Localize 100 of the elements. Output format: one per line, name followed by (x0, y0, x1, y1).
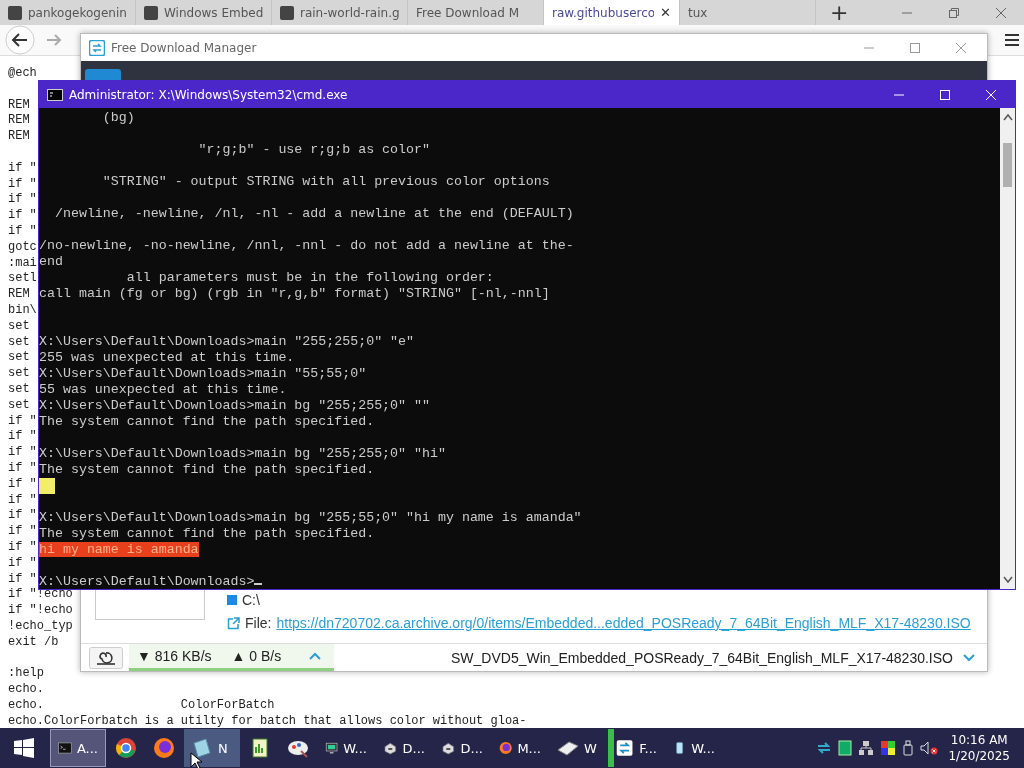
console-line: end (39, 254, 63, 269)
code-line: REM (8, 113, 30, 128)
upload-speed: ▲ 0 B/s (231, 648, 282, 664)
code-line: :mai (8, 255, 37, 270)
terminal-icon (47, 88, 63, 101)
palette-icon[interactable] (880, 740, 897, 756)
code-line: !echo_typ (8, 618, 73, 633)
window-title: Administrator: X:\Windows\System32\cmd.exe (69, 87, 348, 102)
console-line: (bg) (101, 110, 135, 125)
console-line: "STRING" - output STRING with all previous color options (101, 174, 550, 189)
code-line: if " (8, 492, 37, 507)
taskbar-button[interactable]: F... (608, 729, 664, 767)
console-line: X:\Users\Default\Downloads>main "255;255;0" "e" (39, 334, 415, 349)
window-title: Free Download Manager (111, 40, 257, 55)
console-line: X:\Users\Default\Downloads>main "55;55;0" (39, 366, 367, 381)
taskbar-button[interactable]: A... (50, 729, 106, 767)
taskbar-button[interactable]: W... (318, 729, 374, 767)
folder-icon (227, 595, 237, 605)
favicon-icon (8, 5, 22, 20)
scroll-up-icon[interactable] (1002, 113, 1013, 121)
console-line: The system cannot find the path specified. (39, 414, 375, 429)
taskbar-button[interactable]: D... (376, 729, 432, 767)
taskbar-button[interactable]: W... (666, 729, 722, 767)
clock-time[interactable]: 10:16 AM (950, 732, 1008, 748)
code-line: echo.ColorForbatch is a utilty for batch that allows color without gloa- (8, 713, 527, 728)
code-line: if " (8, 413, 37, 428)
sync-icon[interactable] (816, 740, 833, 756)
code-line: echo. (8, 682, 44, 697)
console-line: The system cannot find the path specified. (39, 462, 375, 477)
scroll-down-icon[interactable] (1002, 576, 1013, 584)
code-line: setl (8, 271, 37, 286)
code-line: echo. ColorForBatch (8, 697, 275, 712)
file-label: File: (245, 615, 272, 631)
console-line: /no-newline, -no-newline, /nnl, -nnl - do not add a newline at the- (39, 238, 574, 253)
close-icon[interactable] (995, 6, 1007, 19)
text-cursor (254, 583, 263, 585)
code-line: :help (8, 666, 44, 681)
code-line: if "!echo (8, 587, 73, 602)
network-icon[interactable] (858, 740, 875, 756)
code-line: if " (8, 160, 37, 175)
code-line: set (8, 334, 30, 349)
code-line: set (8, 318, 30, 333)
code-line: set (8, 381, 30, 396)
code-line: if " (8, 555, 37, 570)
code-line: if " (8, 223, 37, 238)
favicon-icon (144, 5, 158, 20)
code-line: REM (8, 97, 30, 112)
console-line: 55 was unexpected at this time. (39, 382, 287, 397)
code-line: if " (8, 460, 37, 475)
snail-icon[interactable] (89, 646, 123, 669)
code-line: if " (8, 176, 37, 191)
file-name: SW_DVD5_Win_Embedded_POSReady_7_64Bit_English_MLF_X17-48230.ISO (451, 649, 953, 666)
new-tab-button[interactable]: + (830, 0, 849, 25)
start-icon[interactable] (14, 738, 34, 758)
usb-icon[interactable] (902, 740, 915, 756)
taskbar-button[interactable]: M... (492, 729, 548, 767)
console-line: all parameters must be in the following order: (125, 270, 494, 285)
code-line: if " (8, 539, 37, 554)
code-line: if " (8, 524, 37, 539)
caret-down-icon[interactable] (963, 653, 975, 662)
scrollbar[interactable] (1000, 108, 1015, 589)
taskbar-button[interactable]: D... (434, 729, 490, 767)
close-icon[interactable]: ✕ (660, 5, 671, 20)
console-line: X:\Users\Default\Downloads>main bg "255;55;0" "hi my name is amanda" (39, 510, 582, 525)
code-line: set (8, 397, 30, 412)
app-icon (615, 737, 635, 759)
code-line: set (8, 366, 30, 381)
code-line: set (8, 350, 30, 365)
code-line: REM (8, 287, 30, 302)
restore-icon[interactable] (948, 6, 960, 19)
code-line: if " (8, 571, 37, 586)
caret-up-icon[interactable] (309, 652, 322, 660)
cursor-icon (190, 752, 202, 768)
code-line: if " (8, 192, 37, 207)
code-line: @ech (8, 66, 37, 80)
console-line: "r;g;b" - use r;g;b as color" (197, 142, 430, 157)
chip-icon[interactable] (838, 740, 853, 756)
back-icon[interactable] (5, 25, 35, 55)
folder-path: C:\ (242, 592, 260, 608)
console-line: X:\Users\Default\Downloads>main bg "255;255;0" "hi" (39, 446, 446, 461)
muted-speaker-icon[interactable] (920, 740, 939, 756)
console-line: /newline, -newline, /nl, -nl - add a newline at the end (DEFAULT) (53, 206, 574, 221)
code-line: if " (8, 508, 37, 523)
console-line: call main (fg or bg) (rgb in "r,g,b" format) "STRING" [-nl,-nnl] (39, 286, 550, 301)
taskbar-button[interactable]: N (184, 729, 240, 767)
code-line: REM (8, 129, 30, 144)
clock-date[interactable]: 1/20/2025 (948, 748, 1010, 764)
app-icon (115, 737, 137, 759)
console-line: X:\Users\Default\Downloads> (39, 574, 255, 589)
taskbar-button[interactable]: W (550, 729, 606, 767)
external-link-icon (227, 616, 240, 630)
code-line: if " (8, 445, 37, 460)
code-line: gotc (8, 239, 37, 254)
app-icon (249, 737, 271, 759)
browser-tab[interactable]: raw.githubuserco ✕ (544, 0, 680, 25)
scroll-thumb[interactable] (1003, 143, 1012, 187)
code-line: if " (8, 208, 37, 223)
menu-icon[interactable] (1005, 34, 1019, 46)
console-line: 255 was unexpected at this time. (39, 350, 295, 365)
download-speed: ▼ 816 KB/s (137, 648, 212, 664)
